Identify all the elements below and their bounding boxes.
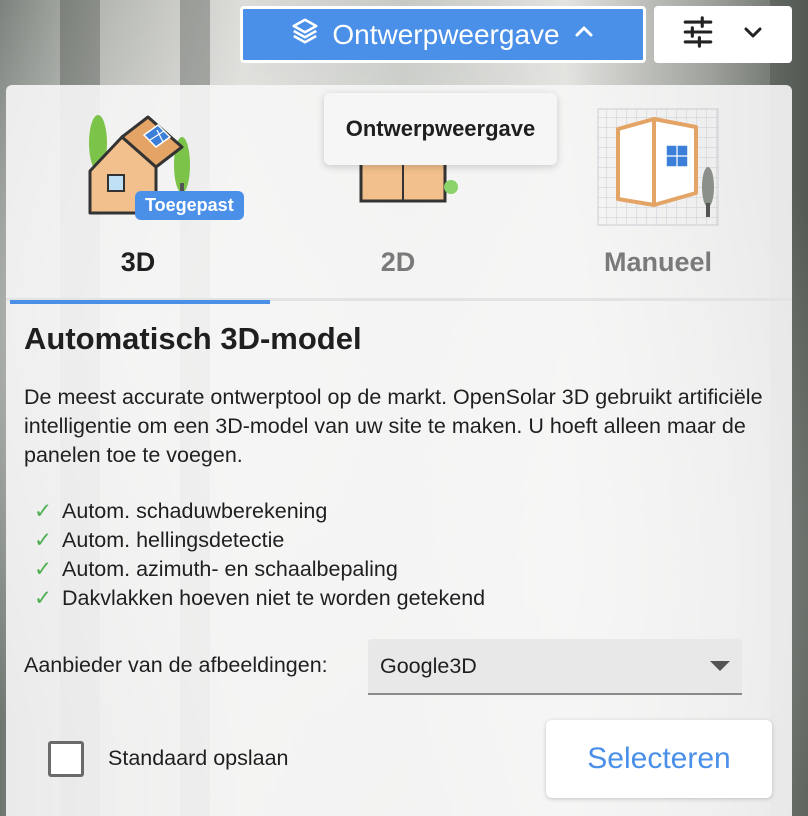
save-default-label: Standaard opslaan (108, 746, 289, 770)
chevron-up-icon (572, 19, 596, 51)
view-mode-button[interactable]: Ontwerpweergave (240, 6, 646, 63)
top-bar: Ontwerpweergave (240, 6, 792, 63)
save-default-checkbox[interactable] (48, 741, 84, 777)
applied-badge: Toegepast (135, 191, 244, 220)
list-item: ✓ Autom. hellingsdetectie (34, 526, 485, 555)
view-tooltip: Ontwerpweergave (324, 93, 557, 165)
tools-menu-button[interactable] (654, 6, 792, 63)
layers-icon (290, 16, 320, 53)
tab-manual-label: Manueel (603, 247, 713, 277)
imagery-provider-value: Google3D (380, 653, 477, 678)
dropdown-caret-icon (710, 661, 730, 671)
imagery-provider-select[interactable]: Google3D (368, 639, 742, 695)
tab-2d-label: 2D (380, 247, 416, 277)
feature-list: ✓ Autom. schaduwberekening ✓ Autom. hellin… (34, 497, 485, 613)
list-item: ✓ Autom. schaduwberekening (34, 497, 485, 526)
list-item: ✓ Dakvlakken hoeven niet te worden geteke… (34, 584, 485, 613)
view-mode-label: Ontwerpweergave (332, 18, 560, 50)
active-tab-indicator (10, 300, 270, 304)
check-icon: ✓ (34, 499, 53, 523)
feature-text: Dakvlakken hoeven niet te worden geteken… (62, 586, 486, 610)
feature-text: Autom. azimuth- en schaalbepaling (62, 557, 398, 581)
tab-3d-label: 3D (120, 247, 156, 277)
section-title: Automatisch 3D-model (24, 321, 362, 356)
chevron-down-icon (741, 20, 765, 49)
design-mode-panel: Toegepast 3D 2D Manueel Ontwerpweergave … (6, 85, 792, 816)
feature-text: Autom. hellingsdetectie (62, 528, 285, 552)
list-item: ✓ Autom. azimuth- en schaalbepaling (34, 555, 485, 584)
check-icon: ✓ (34, 586, 53, 610)
check-icon: ✓ (34, 528, 53, 552)
imagery-provider-label: Aanbieder van de afbeeldingen: (24, 653, 328, 677)
tab-manual[interactable]: Manueel (528, 85, 788, 301)
section-description: De meest accurate ontwerptool op de mark… (24, 385, 763, 467)
sliders-icon (681, 15, 715, 54)
tab-3d[interactable]: Toegepast 3D (8, 85, 270, 304)
select-button[interactable]: Selecteren (546, 720, 772, 798)
feature-text: Autom. schaduwberekening (62, 499, 328, 523)
check-icon: ✓ (34, 557, 53, 581)
manual-grid-icon (596, 107, 720, 232)
mode-tabs: Toegepast 3D 2D Manueel Ontwerpweergave (6, 85, 792, 304)
